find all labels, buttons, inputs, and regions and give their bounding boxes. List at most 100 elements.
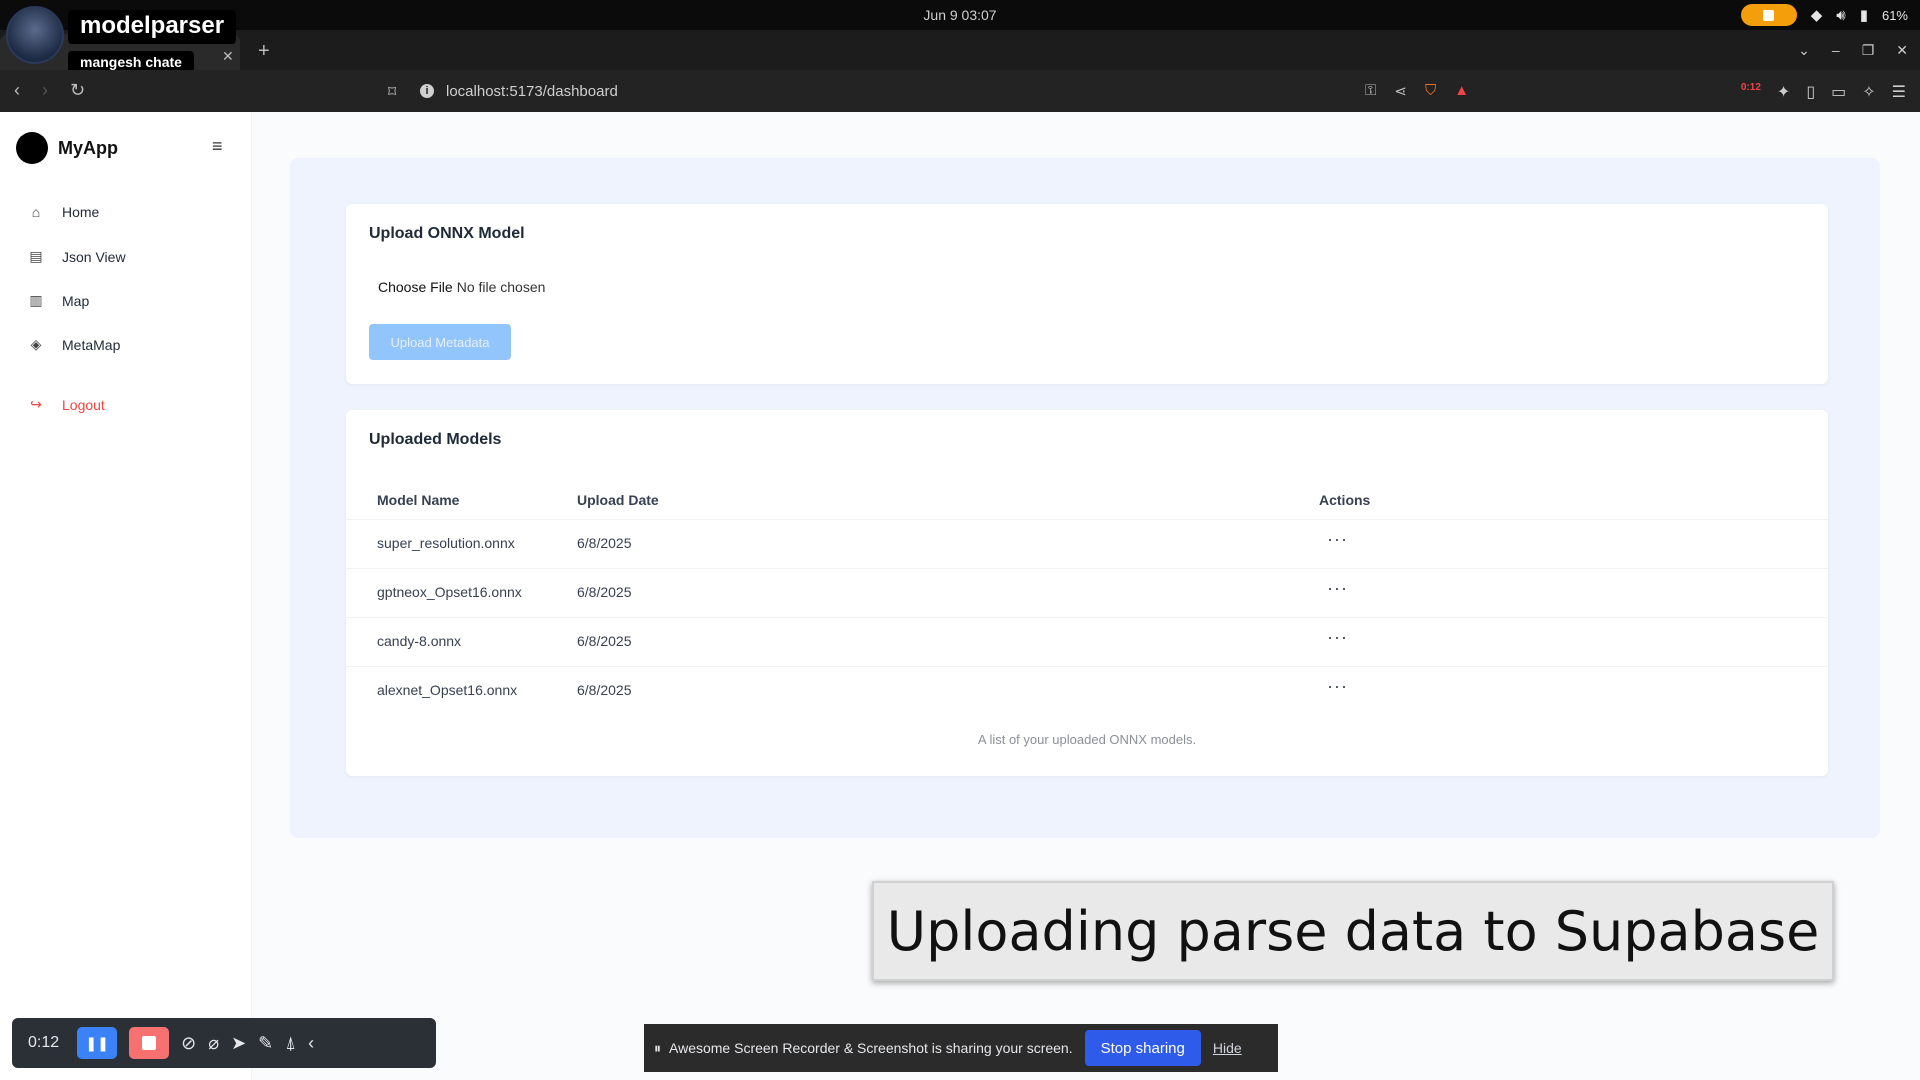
tab-list-chevron-icon[interactable]: ⌄ — [1798, 42, 1810, 59]
screen-share-bar: ⏸ Awesome Screen Recorder & Screenshot i… — [644, 1024, 1278, 1072]
table-row: alexnet_Opset16.onnx 6/8/2025 ··· — [346, 666, 1828, 715]
upload-date-cell: 6/8/2025 — [577, 682, 632, 698]
volume-icon[interactable]: 🔊︎ — [1836, 7, 1845, 24]
recording-timer: 0:12 — [28, 1034, 60, 1051]
upload-date-cell: 6/8/2025 — [577, 633, 632, 649]
model-name-cell: super_resolution.onnx — [377, 535, 515, 551]
sidebar-item-label: Home — [62, 204, 100, 220]
hide-link[interactable]: Hide — [1213, 1040, 1242, 1056]
stop-sharing-button[interactable]: Stop sharing — [1084, 1030, 1201, 1066]
upload-card-title: Upload ONNX Model — [369, 225, 525, 242]
forward-icon[interactable]: › — [42, 80, 48, 101]
tab-close-icon[interactable]: ✕ — [222, 48, 234, 65]
logout-icon: ↪ — [30, 396, 42, 412]
share-icon[interactable]: ⋖ — [1394, 82, 1407, 100]
cursor-icon[interactable]: ➤ — [231, 1033, 246, 1054]
brave-rewards-icon[interactable]: ▲ — [1454, 82, 1469, 100]
upload-card: Upload ONNX Model Choose File No file ch… — [346, 204, 1828, 384]
os-clock[interactable]: Jun 9 03:07 — [923, 7, 996, 23]
row-actions-button[interactable]: ··· — [1327, 578, 1348, 599]
row-actions-button[interactable]: ··· — [1327, 627, 1348, 648]
row-actions-button[interactable]: ··· — [1327, 529, 1348, 550]
recorder-extension-badge[interactable]: 0:12 — [1741, 82, 1761, 102]
sidebar-item-logout[interactable]: ↪ Logout — [28, 396, 105, 413]
row-actions-button[interactable]: ··· — [1327, 676, 1348, 697]
mic-off-icon[interactable]: ⌀ — [208, 1033, 219, 1054]
sidebar-item-label: Json View — [62, 248, 126, 265]
table-row: super_resolution.onnx 6/8/2025 ··· — [346, 519, 1828, 568]
stop-button[interactable] — [129, 1027, 170, 1059]
url-actions: ⚿ ⋖ ⛉ ▲ — [1365, 82, 1469, 100]
os-status-area: ◆ 🔊︎ ▮ 61% — [1740, 4, 1908, 26]
table-row: gptneox_Opset16.onnx 6/8/2025 ··· — [346, 568, 1828, 617]
model-name-cell: alexnet_Opset16.onnx — [377, 682, 518, 698]
model-name-cell: candy-8.onnx — [377, 633, 462, 649]
stop-icon — [142, 1036, 157, 1050]
back-icon[interactable]: ‹ — [14, 80, 20, 101]
file-status: No file chosen — [456, 279, 546, 295]
home-icon: ⌂ — [31, 204, 41, 220]
brand-name: MyApp — [58, 137, 118, 158]
drag-handle-icon[interactable]: ⏸ — [654, 1040, 661, 1057]
brave-shield-icon[interactable]: ⛉ — [1425, 82, 1436, 100]
channel-name: modelparser — [68, 10, 237, 44]
recorder-toolbar: 0:12 ❚❚ ⊘ ⌀ ➤ ✎ ⍋ ‹ — [12, 1018, 436, 1068]
bookmark-icon[interactable]: ⌑ — [388, 82, 396, 102]
menu-icon[interactable]: ☰ — [1892, 82, 1906, 102]
column-header-model-name[interactable]: Model Name — [377, 492, 459, 508]
restore-icon[interactable]: ❐ — [1862, 42, 1875, 59]
extension-icons: 0:12 ✦ ▯ ▭ ✧ ☰ — [1741, 82, 1906, 102]
sidebar-item-map[interactable]: ▥ Map — [28, 292, 89, 309]
sidebar-toggle-icon[interactable]: ▯ — [1806, 82, 1815, 102]
table-caption: A list of your uploaded ONNX models. — [977, 732, 1197, 747]
sidebar-item-label: Map — [62, 292, 90, 309]
nav-buttons: ‹ › ↻ — [14, 80, 85, 101]
hamburger-menu-icon[interactable]: ≡ — [212, 136, 223, 157]
minimize-icon[interactable]: – — [1832, 42, 1840, 59]
battery-percent: 61% — [1881, 7, 1908, 23]
choose-file-button[interactable]: Choose File — [378, 279, 453, 295]
file-icon: ▤ — [29, 248, 43, 264]
camera-off-icon[interactable]: ⊘ — [181, 1033, 196, 1054]
site-info-icon[interactable]: i — [420, 84, 434, 98]
battery-icon[interactable]: ▮ — [1860, 6, 1868, 24]
model-name-cell: gptneox_Opset16.onnx — [377, 584, 522, 600]
close-window-icon[interactable]: ✕ — [1896, 42, 1908, 59]
recording-indicator[interactable] — [1740, 4, 1797, 26]
eraser-icon[interactable]: ⍋ — [285, 1033, 296, 1054]
sidebar-item-metamap[interactable]: ◈ MetaMap — [28, 336, 121, 353]
brand-logo — [16, 132, 48, 164]
sidebar-item-json-view[interactable]: ▤ Json View — [28, 248, 126, 265]
share-message: Awesome Screen Recorder & Screenshot is … — [669, 1040, 1073, 1056]
column-header-upload-date[interactable]: Upload Date — [577, 492, 659, 508]
pause-button[interactable]: ❚❚ — [77, 1027, 118, 1059]
file-input[interactable]: Choose File No file chosen — [369, 279, 545, 295]
sidebar-item-home[interactable]: ⌂ Home — [28, 204, 100, 220]
upload-metadata-button[interactable]: Upload Metadata — [369, 324, 511, 360]
column-header-actions[interactable]: Actions — [1319, 492, 1370, 508]
video-subtitle: Uploading parse data to Supabase — [872, 881, 1834, 981]
layers-icon: ◈ — [30, 336, 42, 352]
key-icon[interactable]: ⚿ — [1365, 82, 1376, 100]
window-controls: ⌄ – ❐ ✕ — [1798, 42, 1908, 59]
os-top-bar: Jun 9 03:07 ◆ 🔊︎ ▮ 61% — [0, 0, 1920, 30]
pen-icon[interactable]: ✎ — [258, 1033, 273, 1054]
wifi-icon[interactable]: ◆ — [1811, 6, 1823, 24]
new-tab-icon[interactable]: + — [258, 40, 270, 63]
map-icon: ▥ — [29, 292, 43, 308]
models-card-title: Uploaded Models — [369, 431, 502, 448]
collapse-chevron-icon[interactable]: ‹ — [308, 1033, 314, 1054]
reload-icon[interactable]: ↻ — [70, 80, 85, 101]
brand[interactable]: MyApp — [16, 132, 118, 164]
upload-date-cell: 6/8/2025 — [577, 584, 632, 600]
webcam-avatar — [6, 6, 64, 64]
url-text[interactable]: localhost:5173/dashboard — [446, 83, 618, 100]
upload-date-cell: 6/8/2025 — [577, 535, 632, 551]
url-field[interactable]: i localhost:5173/dashboard — [420, 76, 1500, 106]
sidebar-item-label: MetaMap — [62, 336, 121, 353]
browser-address-bar: ‹ › ↻ ⌑ i localhost:5173/dashboard ⚿ ⋖ ⛉… — [0, 70, 1920, 112]
leo-icon[interactable]: ✧ — [1862, 82, 1875, 102]
wallet-icon[interactable]: ▭ — [1831, 82, 1846, 102]
extensions-icon[interactable]: ✦ — [1777, 82, 1790, 102]
browser-tab-strip: ✕ + ⌄ – ❐ ✕ — [0, 30, 1920, 70]
